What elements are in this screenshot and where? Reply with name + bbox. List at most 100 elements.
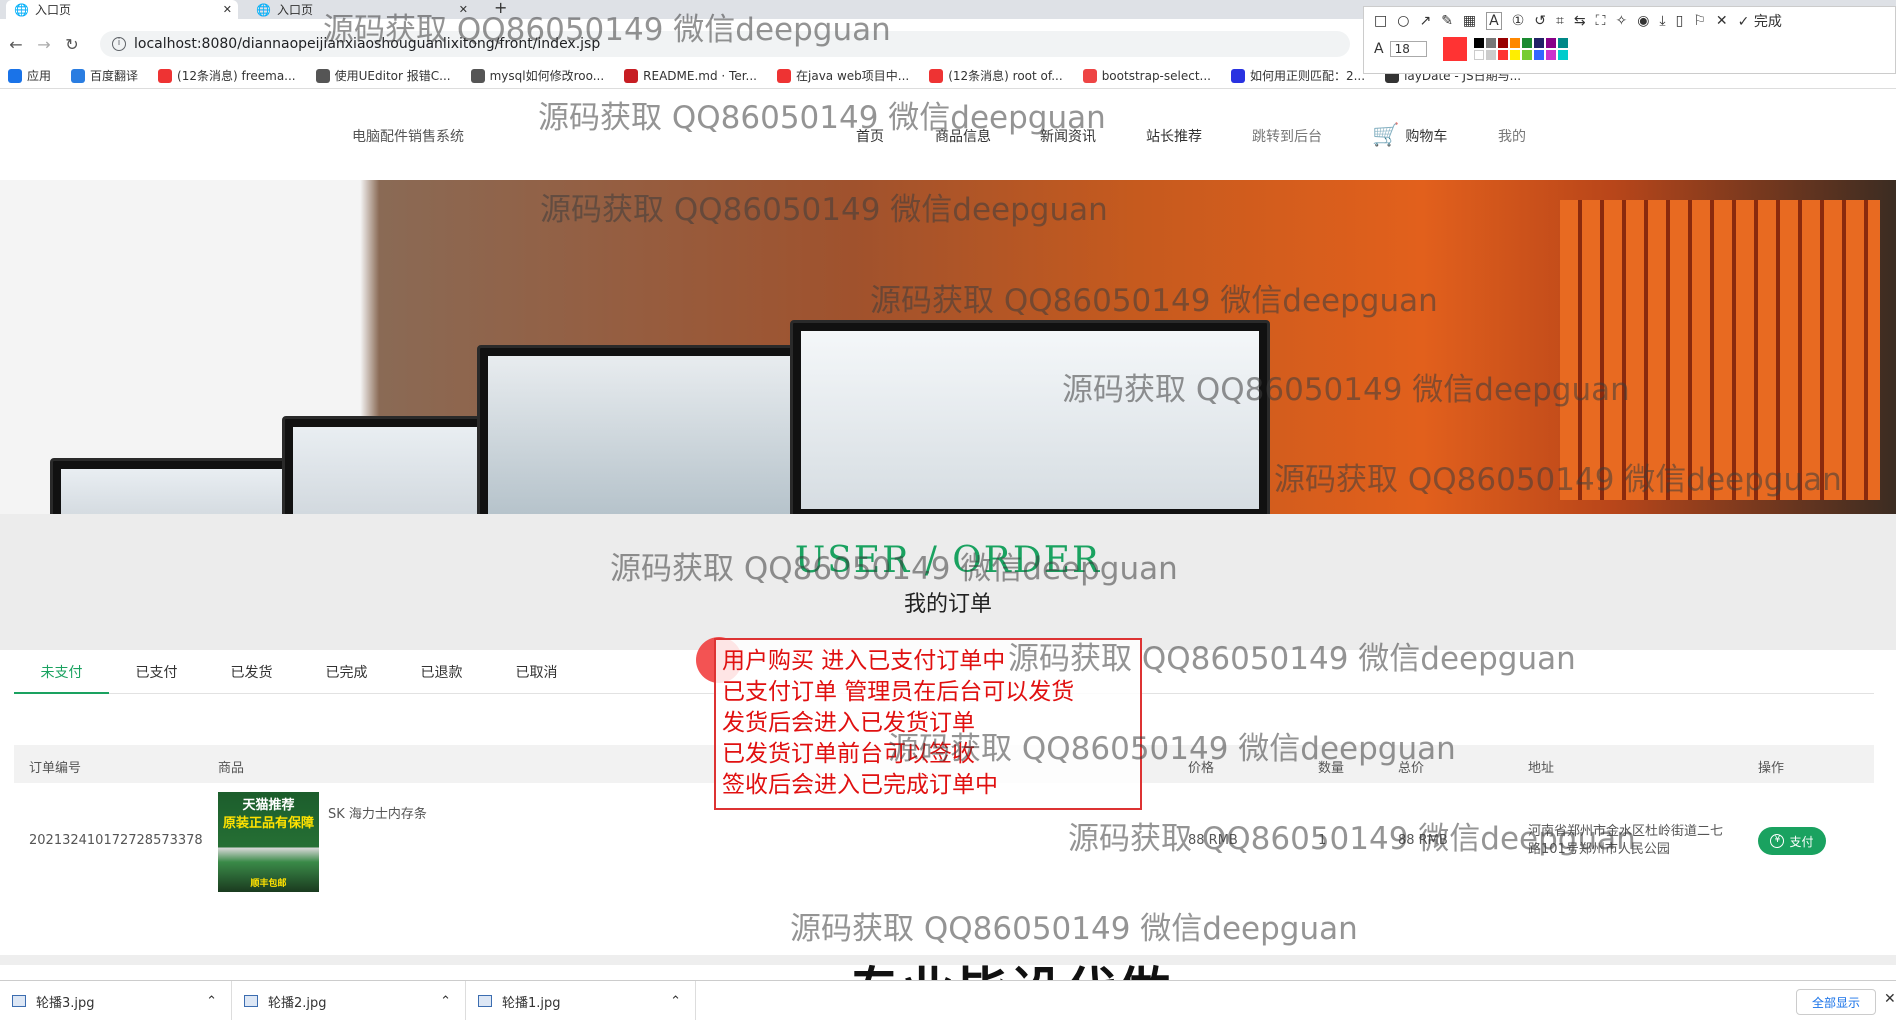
bookmark-icon[interactable]: ⚐ [1693,13,1706,29]
col-action: 操作 [1758,761,1785,776]
order-total: 88 RMB [1398,833,1448,848]
tab-cancelled[interactable]: 已取消 [489,656,584,694]
tab-refunded[interactable]: 已退款 [394,656,489,694]
browser-tab[interactable]: 🌐 入口页 ✕ [6,0,238,19]
bookmark-label: README.md · Ter... [643,68,757,83]
nav-admin[interactable]: 跳转到后台 [1252,126,1322,146]
apps-icon [8,68,22,83]
col-price: 价格 [1188,761,1215,776]
bookmark-item[interactable]: mysql如何修改roo... [470,67,604,84]
col-order-no: 订单编号 [29,761,82,776]
mosaic-tool-icon[interactable]: ▦ [1463,13,1476,29]
download-item[interactable]: 轮播1.jpg ⌃ [466,981,696,1020]
forward-icon[interactable]: → [32,32,56,56]
bookmark-item[interactable]: bootstrap-select... [1082,68,1211,83]
pay-button[interactable]: ¥ 支付 [1758,827,1826,855]
rectangle-tool-icon[interactable]: □ [1374,13,1387,29]
download-filename: 轮播3.jpg [36,995,95,1011]
bookmark-item[interactable]: (12条消息) root of... [929,67,1063,84]
annotation-note-box: 用户购买 进入已支付订单中 已支付订单 管理员在后台可以发货 发货后会进入已发货… [714,638,1142,810]
nav-recommend[interactable]: 站长推荐 [1146,126,1202,146]
bookmark-item[interactable]: 应用 [8,67,51,84]
nav-products[interactable]: 商品信息 [935,126,991,146]
bookmark-label: 在java web项目中... [796,69,910,83]
nav-cart[interactable]: 🛒 购物车 [1372,125,1447,147]
arrow-tool-icon[interactable]: ↗ [1419,13,1431,29]
chevron-up-icon[interactable]: ⌃ [206,994,217,1009]
banner-monitor [790,320,1270,514]
col-total: 总价 [1398,761,1425,776]
pen-tool-icon[interactable]: ✎ [1441,13,1453,29]
record-icon[interactable]: ◉ [1637,13,1649,29]
text-tool-icon[interactable]: A [1486,12,1502,30]
bookmark-item[interactable]: README.md · Ter... [624,68,757,83]
url-input[interactable]: i localhost:8080/diannaopeijianxiaoshoug… [100,31,1350,57]
bookmark-item[interactable]: 百度翻译 [71,67,138,84]
browser-tab-label: 入口页 [34,3,71,17]
bookmark-item[interactable]: 在java web项目中... [777,67,909,84]
product-image-tag: 顺丰包邮 [250,879,287,889]
info-icon[interactable]: i [112,37,126,51]
ocr-icon[interactable]: ⌗ [1556,13,1564,29]
back-icon[interactable]: ← [4,32,28,56]
order-qty: 1 [1318,833,1327,848]
font-size-select[interactable]: 18 [1389,41,1427,57]
bookmark-item[interactable]: 使用UEditor 报错C... [315,67,451,84]
download-icon[interactable]: ⤓ [1659,13,1665,29]
nav-news[interactable]: 新闻资讯 [1040,126,1096,146]
image-file-icon [12,995,26,1007]
bookmark-item[interactable]: (12条消息) freema... [158,67,296,84]
tab-completed[interactable]: 已完成 [299,656,394,694]
download-item[interactable]: 轮播2.jpg ⌃ [232,981,466,1020]
bookmark-label: 如何用正则匹配：2... [1249,69,1366,83]
tab-paid[interactable]: 已支付 [109,656,204,694]
product-name[interactable]: SK 海力士内存条 [328,803,427,822]
product-image-tag: 天猫推荐 [242,798,295,813]
col-product: 商品 [218,761,245,776]
close-icon[interactable]: ✕ [223,3,232,16]
csdn-icon [158,68,173,83]
annotation-line: 签收后会进入已完成订单中 [722,772,998,798]
browser-tab-label: 入口页 [276,3,313,17]
url-text: localhost:8080/diannaopeijianxiaoshougua… [134,36,601,52]
tab-unpaid[interactable]: 未支付 [14,656,109,694]
image-file-icon [244,995,258,1007]
site-brand[interactable]: 电脑配件销售系统 [352,126,464,146]
annotation-line: 用户购买 进入已支付订单中 [722,648,1006,674]
site-header: 电脑配件销售系统 首页 商品信息 新闻资讯 站长推荐 跳转到后台 🛒 购物车 我… [0,116,1896,156]
show-all-button[interactable]: 全部显示 [1796,989,1876,1015]
close-icon[interactable]: ✕ [1884,991,1896,1007]
download-filename: 轮播2.jpg [268,995,327,1011]
section-header-bg [0,514,1896,650]
download-item[interactable]: 轮播3.jpg ⌃ [0,981,232,1020]
reload-icon[interactable]: ↻ [60,32,84,56]
close-icon[interactable]: ✕ [459,3,468,16]
done-button[interactable]: ✓ 完成 [1738,11,1782,31]
tab-shipped[interactable]: 已发货 [204,656,299,694]
banner-machinery [1560,200,1880,500]
ellipse-tool-icon[interactable]: ○ [1397,13,1409,29]
yen-icon: ¥ [1770,834,1785,848]
chevron-up-icon[interactable]: ⌃ [670,994,681,1009]
phone-icon[interactable]: ▯ [1676,13,1684,29]
nav-home[interactable]: 首页 [856,126,884,146]
section-title-cn: 我的订单 [903,592,992,617]
product-thumbnail[interactable]: 天猫推荐 原装正品有保障 顺丰包邮 [218,792,319,892]
undo-icon[interactable]: ↺ [1534,13,1546,29]
col-address: 地址 [1528,761,1555,776]
translate-icon[interactable]: ⇆ [1574,13,1586,29]
browser-tab[interactable]: 🌐 入口页 ✕ [248,0,474,19]
bookmark-item[interactable]: 如何用正则匹配：2... [1230,67,1366,84]
nav-mine[interactable]: 我的 [1498,126,1526,146]
new-tab-icon[interactable]: + [494,0,507,17]
hero-banner-image [0,180,1896,514]
crop-icon[interactable]: ⛶ [1596,13,1606,29]
close-icon[interactable]: ✕ [1716,13,1728,29]
chevron-up-icon[interactable]: ⌃ [440,994,451,1009]
pin-icon[interactable]: ✧ [1615,13,1627,29]
watermark: 源码获取 QQ86050149 微信deepguan [790,911,1358,947]
color-palette[interactable] [1473,37,1593,61]
current-color-swatch[interactable] [1442,37,1467,61]
number-tool-icon[interactable]: ① [1512,13,1525,29]
bookmark-label: 使用UEditor 报错C... [334,69,451,83]
